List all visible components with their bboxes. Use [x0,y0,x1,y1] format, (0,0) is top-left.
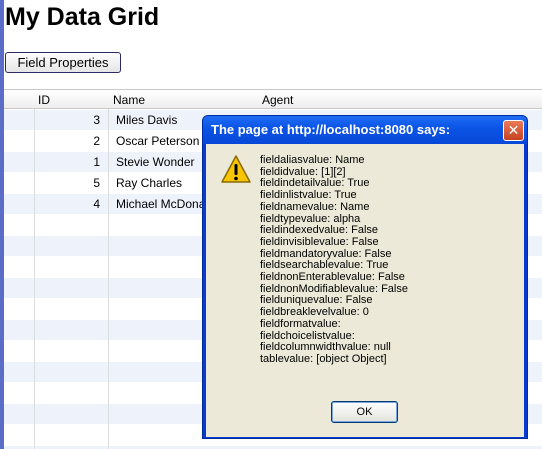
warning-icon [221,155,251,183]
close-button[interactable]: ✕ [503,120,524,141]
dialog-title: The page at http://localhost:8080 says: [211,122,451,137]
dialog-titlebar[interactable]: The page at http://localhost:8080 says: … [203,116,527,144]
ok-button[interactable]: OK [331,401,398,423]
message-line: fieldinvisiblevalue: False [260,235,379,248]
alert-dialog: The page at http://localhost:8080 says: … [202,115,528,439]
column-header-id[interactable]: ID [38,93,50,107]
message-line: tablevalue: [object Object] [260,352,387,365]
dialog-body: fieldaliasvalue: Name fieldidvalue: [1][… [206,144,524,437]
message-line: fieldaliasvalue: Name [260,154,365,166]
cell-name: Miles Davis [116,113,178,127]
message-line: fieldnamevalue: Name [260,200,370,213]
column-header-agent[interactable]: Agent [262,93,293,107]
cell-id: 3 [93,113,100,127]
column-header-name[interactable]: Name [113,93,145,107]
page-title: My Data Grid [5,3,160,31]
cell-name: Stevie Wonder [116,155,195,169]
cell-id: 4 [93,197,100,211]
cell-id: 1 [93,155,100,169]
cell-name: Oscar Peterson [116,134,200,148]
message-line: fieldformatvalue: [260,317,341,330]
cell-id: 5 [93,176,100,190]
dialog-message: fieldaliasvalue: Name fieldidvalue: [1][… [260,154,408,366]
column-divider [108,109,109,449]
message-line: fieldnonEnterablevalue: False [260,271,405,284]
field-properties-button[interactable]: Field Properties [5,52,121,73]
cell-name: Ray Charles [116,176,183,190]
column-divider [34,109,35,449]
cell-name: Michael McDonald [116,197,215,211]
cell-id: 2 [93,134,100,148]
grid-header: ID Name Agent [4,89,542,109]
close-icon: ✕ [507,122,520,139]
